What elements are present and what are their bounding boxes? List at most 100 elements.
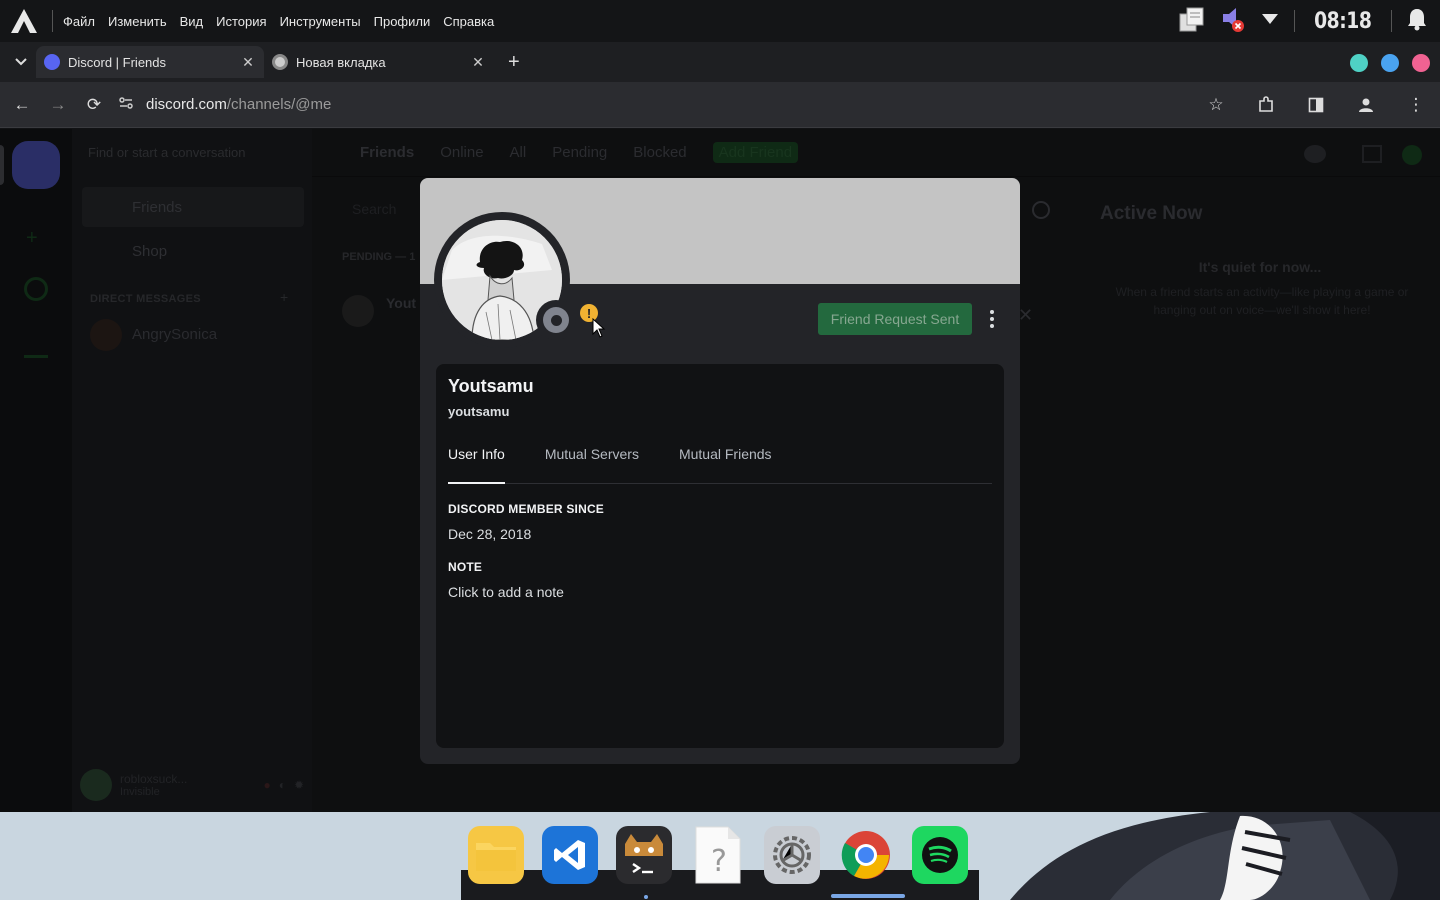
tab-user-info[interactable]: User Info — [448, 436, 505, 484]
terminal-icon[interactable] — [616, 826, 672, 884]
app-menu: Файл Изменить Вид История Инструменты Пр… — [63, 14, 494, 29]
tab-online[interactable]: Online — [440, 144, 483, 161]
self-username: robloxsuck... — [120, 772, 188, 786]
address-bar[interactable]: discord.com/channels/@me — [118, 95, 331, 115]
add-friend-button[interactable]: Add Friend — [712, 142, 799, 163]
clock[interactable]: 08:18 — [1315, 9, 1373, 34]
active-now-title: Active Now — [1100, 203, 1203, 224]
direct-messages-label: DIRECT MESSAGES — [90, 293, 201, 305]
menu-tools[interactable]: Инструменты — [280, 14, 361, 29]
user-panel: robloxsuck... Invisible ● ◐ ✹ — [80, 767, 304, 803]
maximize-button[interactable] — [1381, 54, 1399, 72]
friend-request-sent-button[interactable]: Friend Request Sent — [818, 303, 972, 335]
user-settings-gear-icon[interactable]: ✹ — [294, 778, 304, 792]
settings-icon[interactable] — [764, 826, 820, 884]
menu-profiles[interactable]: Профили — [374, 14, 431, 29]
display-name: Youtsamu — [448, 376, 534, 396]
vscode-icon[interactable] — [542, 826, 598, 884]
dm-user-avatar — [90, 319, 122, 351]
help-icon[interactable] — [1402, 145, 1422, 165]
create-dm-plus-icon[interactable]: + — [280, 289, 288, 305]
menu-help[interactable]: Справка — [443, 14, 494, 29]
quiet-title: It's quiet for now... — [1198, 259, 1322, 275]
dock: ? — [468, 826, 968, 884]
browser-toolbar: ← → ⟳ discord.com/channels/@me ☆ ⋮ — [0, 82, 1440, 128]
self-status: Invisible — [120, 786, 160, 798]
profile-person-icon[interactable] — [1348, 87, 1384, 123]
clipboard-icon[interactable] — [1178, 5, 1206, 38]
server-list: + — [0, 129, 72, 812]
pending-user-name[interactable]: Yout — [386, 295, 416, 311]
back-arrow-icon[interactable]: ← — [4, 87, 40, 123]
tab-mutual-friends[interactable]: Mutual Friends — [679, 436, 772, 484]
system-tray: 08:18 — [1178, 0, 1440, 42]
wallpaper-art — [1010, 812, 1440, 900]
header-title: Friends — [360, 144, 415, 161]
more-options-icon[interactable] — [984, 306, 1000, 332]
add-server-icon[interactable]: + — [26, 227, 38, 250]
self-avatar[interactable] — [80, 769, 112, 801]
avatar — [434, 212, 576, 348]
extensions-puzzle-icon[interactable] — [1248, 87, 1284, 123]
minimize-button[interactable] — [1350, 54, 1368, 72]
tab-discord-friends[interactable]: Discord | Friends ✕ — [36, 46, 264, 78]
unknown-file-icon[interactable]: ? — [690, 826, 746, 884]
tab-new-tab[interactable]: Новая вкладка ✕ — [264, 46, 494, 78]
discord-home-icon[interactable] — [12, 141, 60, 189]
search-icon — [1032, 201, 1050, 219]
notification-bell-icon[interactable] — [1406, 7, 1428, 36]
dm-user-name[interactable]: AngrySonica — [132, 326, 217, 343]
dm-friends-item[interactable]: Friends — [82, 187, 304, 227]
menu-view[interactable]: Вид — [180, 14, 204, 29]
site-settings-icon[interactable] — [118, 95, 134, 115]
files-icon[interactable] — [468, 826, 524, 884]
side-panel-icon[interactable] — [1298, 87, 1334, 123]
close-tab-icon[interactable]: ✕ — [470, 54, 486, 71]
dropdown-triangle-icon[interactable] — [1260, 12, 1280, 31]
explore-compass-icon[interactable] — [24, 277, 48, 301]
tab-title: Discord | Friends — [68, 54, 167, 70]
tab-blocked[interactable]: Blocked — [633, 144, 686, 161]
member-since-date: Dec 28, 2018 — [448, 526, 532, 542]
new-tab-plus-icon[interactable]: + — [508, 51, 520, 74]
dm-search-input[interactable]: Find or start a conversation — [88, 145, 246, 160]
tab-pending[interactable]: Pending — [552, 144, 607, 161]
menu-edit[interactable]: Изменить — [108, 14, 167, 29]
tab-mutual-servers[interactable]: Mutual Servers — [545, 436, 639, 484]
toolbar-actions: ☆ ⋮ — [1198, 87, 1434, 123]
inbox-icon[interactable] — [1362, 145, 1382, 163]
more-menu-icon[interactable]: ⋮ — [1398, 87, 1434, 123]
chrome-icon[interactable] — [838, 826, 894, 884]
mute-mic-icon[interactable]: ● — [263, 778, 270, 792]
tab-title: Новая вкладка — [296, 54, 386, 70]
username: youtsamu — [448, 404, 510, 419]
divider — [1294, 10, 1296, 32]
browser-tab-strip: Discord | Friends ✕ Новая вкладка ✕ + — [0, 42, 1440, 82]
tab-all[interactable]: All — [510, 144, 527, 161]
url-host: discord.com — [146, 96, 227, 113]
friends-search-input[interactable]: Search — [352, 201, 396, 217]
dm-shop-item[interactable]: Shop — [82, 231, 304, 271]
close-tab-icon[interactable]: ✕ — [240, 54, 256, 71]
close-window-button[interactable] — [1412, 54, 1430, 72]
forward-arrow-icon[interactable]: → — [40, 87, 76, 123]
running-indicator — [644, 895, 648, 899]
spotify-icon[interactable] — [912, 826, 968, 884]
selected-indicator — [0, 145, 4, 185]
new-group-dm-icon[interactable] — [1304, 145, 1326, 163]
menu-file[interactable]: Файл — [63, 14, 95, 29]
window-controls — [1350, 54, 1430, 72]
audio-muted-icon[interactable] — [1220, 5, 1246, 38]
reload-icon[interactable]: ⟳ — [76, 87, 112, 123]
svg-text:?: ? — [711, 844, 727, 879]
pending-count-label: PENDING — 1 — [342, 251, 416, 263]
tab-search-chevron-down-icon[interactable] — [6, 47, 36, 77]
bookmark-star-icon[interactable]: ☆ — [1198, 87, 1234, 123]
arch-logo-icon[interactable] — [0, 0, 48, 42]
cancel-request-close-icon[interactable]: ✕ — [1018, 305, 1033, 326]
download-icon[interactable] — [24, 355, 48, 358]
divider — [1391, 10, 1392, 32]
note-input[interactable]: Click to add a note — [448, 584, 564, 600]
headphones-icon[interactable]: ◐ — [279, 778, 286, 792]
menu-history[interactable]: История — [216, 14, 266, 29]
